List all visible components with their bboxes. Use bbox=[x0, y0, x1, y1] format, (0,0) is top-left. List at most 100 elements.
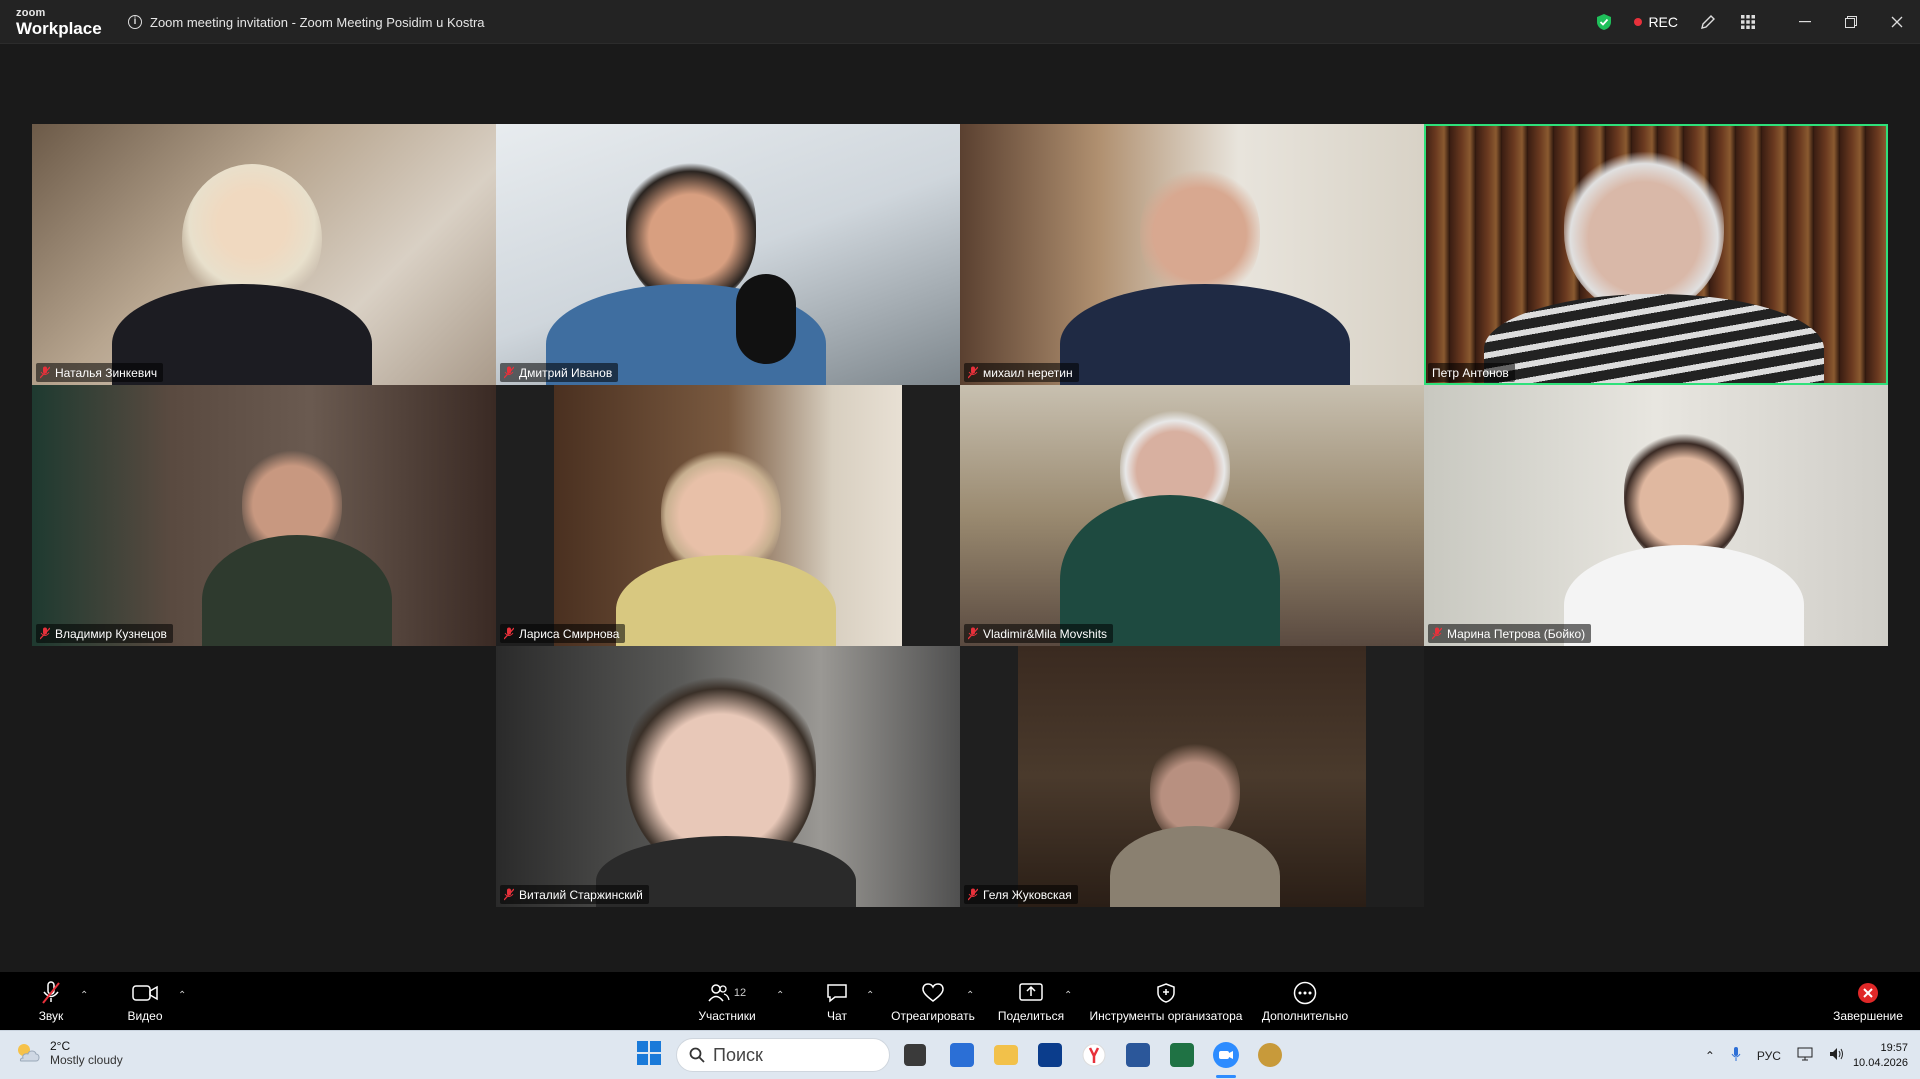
participant-name: михаил неретин bbox=[983, 365, 1073, 380]
info-icon[interactable]: i bbox=[128, 15, 142, 29]
yandex-browser-icon[interactable] bbox=[1082, 1043, 1106, 1067]
mic-muted-icon bbox=[504, 366, 514, 379]
zoom-taskbar-icon[interactable] bbox=[1212, 1041, 1240, 1069]
system-tray: ⌃ РУС 19:57 10.04.2026 bbox=[1697, 1031, 1920, 1079]
video-tile-10[interactable]: Геля Жуковская bbox=[960, 646, 1424, 907]
heart-icon bbox=[922, 982, 944, 1002]
restore-button[interactable] bbox=[1828, 0, 1874, 44]
annotate-pencil-icon[interactable] bbox=[1688, 0, 1728, 44]
video-button[interactable]: Видео bbox=[124, 972, 166, 1030]
chat-options-caret-icon[interactable]: ⌃ bbox=[866, 990, 874, 1001]
pinned-app-icon[interactable] bbox=[1258, 1043, 1282, 1067]
participants-icon bbox=[708, 983, 730, 1001]
close-window-button[interactable] bbox=[1874, 0, 1920, 44]
cloudy-weather-icon bbox=[18, 1044, 40, 1062]
host-tools-shield-icon bbox=[1157, 982, 1175, 1003]
participants-button[interactable]: 12 Участники bbox=[694, 972, 760, 1030]
video-tile-6[interactable]: Лариса Смирнова bbox=[496, 385, 960, 646]
news-app-icon[interactable] bbox=[1038, 1043, 1062, 1067]
participant-name-tag: Виталий Старжинский bbox=[500, 885, 649, 904]
meeting-title: Zoom meeting invitation - Zoom Meeting P… bbox=[150, 14, 485, 30]
search-placeholder: Поиск bbox=[713, 1044, 763, 1065]
microphone-tray-icon[interactable] bbox=[1723, 1046, 1749, 1065]
mic-muted-icon bbox=[968, 888, 978, 901]
react-options-caret-icon[interactable]: ⌃ bbox=[966, 990, 974, 1001]
system-clock[interactable]: 19:57 10.04.2026 bbox=[1853, 1041, 1920, 1071]
participant-name-tag: Владимир Кузнецов bbox=[36, 624, 173, 643]
video-tile-8[interactable]: Марина Петрова (Бойко) bbox=[1424, 385, 1888, 646]
audio-options-caret-icon[interactable]: ⌃ bbox=[80, 990, 88, 1001]
mic-muted-icon bbox=[968, 627, 978, 640]
video-options-caret-icon[interactable]: ⌃ bbox=[178, 990, 186, 1001]
participants-options-caret-icon[interactable]: ⌃ bbox=[776, 990, 784, 1001]
participant-name-tag: Vladimir&Mila Movshits bbox=[964, 624, 1114, 643]
react-label: Отреагировать bbox=[891, 1008, 975, 1023]
zoom-window: zoom Workplace i Zoom meeting invitation… bbox=[0, 0, 1920, 1079]
end-close-icon bbox=[1858, 982, 1878, 1003]
video-tile-9[interactable]: Виталий Старжинский bbox=[496, 646, 960, 907]
share-button[interactable]: Поделиться bbox=[996, 972, 1066, 1030]
show-hidden-icons-chevron-icon[interactable]: ⌃ bbox=[1697, 1049, 1723, 1063]
participant-name: Геля Жуковская bbox=[983, 887, 1072, 902]
zoom-active-indicator bbox=[1216, 1075, 1236, 1078]
participant-name: Лариса Смирнова bbox=[519, 626, 620, 641]
meeting-toolbar: Звук ⌃ Видео ⌃ 12 Участники ⌃ Чат ⌃ Отре… bbox=[0, 972, 1920, 1030]
video-tile-3[interactable]: михаил неретин bbox=[960, 124, 1424, 385]
windows-taskbar: 2°C Mostly cloudy Поиск ⌃ РУС 19:57 10.0… bbox=[0, 1030, 1920, 1079]
input-language[interactable]: РУС bbox=[1749, 1049, 1789, 1063]
audio-button[interactable]: Звук bbox=[30, 972, 72, 1030]
video-tile-4-active-speaker[interactable]: Петр Антонов bbox=[1424, 124, 1888, 385]
recording-dot-icon bbox=[1634, 18, 1643, 26]
security-shield-icon[interactable] bbox=[1584, 0, 1624, 44]
host-tools-button[interactable]: Инструменты организатора bbox=[1088, 972, 1244, 1030]
end-meeting-button[interactable]: Завершение bbox=[1832, 972, 1904, 1030]
participant-name: Виталий Старжинский bbox=[519, 887, 643, 902]
participant-name: Дмитрий Иванов bbox=[519, 365, 613, 380]
file-explorer-icon[interactable] bbox=[994, 1045, 1018, 1065]
mic-muted-icon bbox=[1432, 627, 1442, 640]
microsoft-store-icon[interactable] bbox=[950, 1043, 974, 1067]
participants-count: 12 bbox=[733, 986, 747, 999]
volume-icon[interactable] bbox=[1821, 1047, 1853, 1064]
video-camera-icon bbox=[132, 984, 158, 1001]
video-tile-5[interactable]: Владимир Кузнецов bbox=[32, 385, 496, 646]
audio-label: Звук bbox=[38, 1008, 64, 1023]
chat-button[interactable]: Чат bbox=[822, 972, 852, 1030]
participant-name-tag: Марина Петрова (Бойко) bbox=[1428, 624, 1592, 643]
participant-name-tag: Геля Жуковская bbox=[964, 885, 1078, 904]
more-options-icon bbox=[1293, 981, 1317, 1004]
video-tile-1[interactable]: Наталья Зинкевич bbox=[32, 124, 496, 385]
task-view-icon[interactable] bbox=[904, 1044, 926, 1066]
meeting-info[interactable]: i Zoom meeting invitation - Zoom Meeting… bbox=[128, 0, 485, 44]
taskbar-search-input[interactable]: Поиск bbox=[676, 1038, 890, 1072]
word-icon[interactable] bbox=[1126, 1043, 1150, 1067]
more-button[interactable]: Дополнительно bbox=[1260, 972, 1350, 1030]
end-label: Завершение bbox=[1833, 1008, 1903, 1023]
mic-muted-icon bbox=[968, 366, 978, 379]
chat-label: Чат bbox=[827, 1008, 847, 1023]
apps-grid-icon[interactable] bbox=[1728, 0, 1768, 44]
mic-muted-icon bbox=[504, 627, 514, 640]
share-screen-icon bbox=[1019, 982, 1043, 1001]
minimize-button[interactable] bbox=[1782, 0, 1828, 44]
participant-name-tag: Лариса Смирнова bbox=[500, 624, 626, 643]
participant-name: Петр Антонов bbox=[1432, 365, 1509, 380]
windows-start-icon[interactable] bbox=[636, 1040, 666, 1070]
participant-name: Наталья Зинкевич bbox=[55, 365, 158, 380]
share-options-caret-icon[interactable]: ⌃ bbox=[1064, 990, 1072, 1001]
participant-name: Владимир Кузнецов bbox=[55, 626, 167, 641]
excel-icon[interactable] bbox=[1170, 1043, 1194, 1067]
participant-name: Марина Петрова (Бойко) bbox=[1447, 626, 1586, 641]
title-bar: zoom Workplace i Zoom meeting invitation… bbox=[0, 0, 1920, 44]
video-tile-7[interactable]: Vladimir&Mila Movshits bbox=[960, 385, 1424, 646]
video-tile-2[interactable]: Дмитрий Иванов bbox=[496, 124, 960, 385]
weather-widget[interactable]: 2°C Mostly cloudy bbox=[14, 1039, 123, 1067]
share-label: Поделиться bbox=[997, 1008, 1065, 1023]
react-button[interactable]: Отреагировать bbox=[890, 972, 976, 1030]
recording-indicator[interactable]: REC bbox=[1624, 14, 1688, 30]
clock-time: 19:57 bbox=[1880, 1041, 1908, 1054]
participant-name-tag: Наталья Зинкевич bbox=[36, 363, 164, 382]
zoom-logo: zoom Workplace bbox=[16, 8, 102, 38]
mic-muted-icon bbox=[40, 627, 50, 640]
network-icon[interactable] bbox=[1789, 1047, 1821, 1064]
